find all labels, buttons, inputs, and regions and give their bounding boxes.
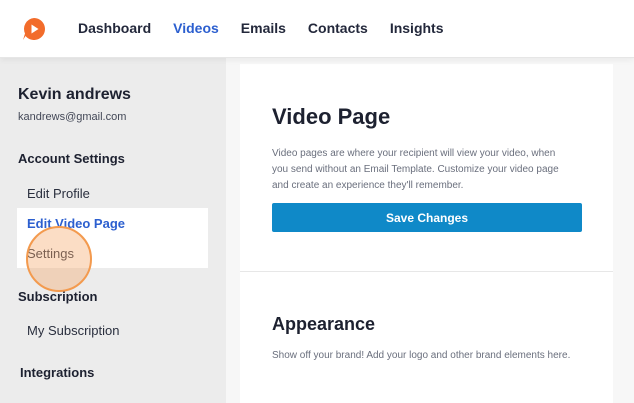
settings-card: Video Page Video pages are where your re… xyxy=(240,64,613,403)
save-changes-button[interactable]: Save Changes xyxy=(272,203,582,232)
sidebar-item-edit-profile[interactable]: Edit Profile xyxy=(27,186,90,201)
nav-emails[interactable]: Emails xyxy=(241,20,286,36)
settings-sidebar: Kevin andrews kandrews@gmail.com Account… xyxy=(0,58,226,403)
nav-videos[interactable]: Videos xyxy=(173,20,219,36)
section-integrations: Integrations xyxy=(20,365,95,380)
sidebar-item-edit-video-page[interactable]: Edit Video Page xyxy=(27,216,125,231)
nav-insights[interactable]: Insights xyxy=(390,20,444,36)
appearance-description: Show off your brand! Add your logo and o… xyxy=(272,350,571,361)
play-bubble-icon[interactable] xyxy=(22,17,46,41)
nav-contacts[interactable]: Contacts xyxy=(308,20,368,36)
page-title: Video Page xyxy=(272,104,391,129)
section-divider xyxy=(240,271,613,272)
main-content: Video Page Video pages are where your re… xyxy=(226,58,634,403)
section-account-settings: Account Settings xyxy=(18,151,125,166)
click-indicator xyxy=(26,226,92,292)
page-description: Video pages are where your recipient wil… xyxy=(272,148,559,191)
main-nav: Dashboard Videos Emails Contacts Insight… xyxy=(78,20,444,36)
user-email: kandrews@gmail.com xyxy=(18,111,127,123)
user-name: Kevin andrews xyxy=(18,86,131,103)
top-navigation-bar: Dashboard Videos Emails Contacts Insight… xyxy=(0,0,634,58)
nav-dashboard[interactable]: Dashboard xyxy=(78,20,151,36)
sidebar-item-my-subscription[interactable]: My Subscription xyxy=(27,323,119,338)
appearance-heading: Appearance xyxy=(272,314,376,334)
